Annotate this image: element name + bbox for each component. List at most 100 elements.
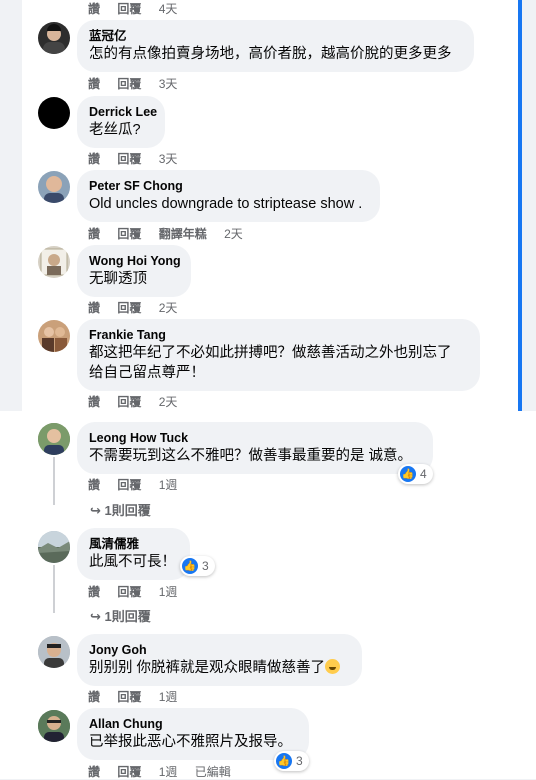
scrollbar-edge — [518, 0, 522, 411]
like-link[interactable]: 讚 — [88, 301, 100, 315]
comment-text: Old uncles downgrade to striptease show … — [89, 196, 363, 212]
comment-actions: 讚 回覆 2天 — [88, 393, 191, 410]
comment-time[interactable]: 2天 — [159, 395, 178, 409]
avatar[interactable] — [38, 636, 70, 668]
avatar[interactable] — [38, 97, 70, 129]
reply-link[interactable]: 回覆 — [117, 152, 141, 166]
avatar[interactable] — [38, 22, 70, 54]
comment-bubble: Leong How Tuck 不需要玩到这么不雅吧？做善事最重要的是 诚意。 — [77, 422, 433, 474]
avatar-image — [42, 327, 67, 352]
comment-author[interactable]: Allan Chung — [89, 716, 297, 732]
comment-text: 此風不可長！ — [89, 554, 176, 570]
comment-author[interactable]: 風清儒雅 — [89, 536, 178, 552]
comment-text-line: 给自己留点尊严！ — [89, 365, 205, 381]
reaction-count[interactable]: 👍 3 — [274, 751, 309, 771]
comment-text-content: 别别别 你脱裤就是观众眼睛做慈善了 — [89, 660, 326, 676]
avatar-image — [38, 423, 70, 455]
reply-link[interactable]: 回覆 — [117, 585, 141, 599]
comment-author[interactable]: Frankie Tang — [89, 327, 468, 343]
comment-bubble: Allan Chung 已举报此恶心不雅照片及报导。 — [77, 708, 309, 760]
comment-time[interactable]: 4天 — [159, 2, 178, 16]
avatar-image — [38, 636, 70, 668]
comment-bubble: 風清儒雅 此風不可長！ — [77, 528, 190, 580]
comment-text: 无聊透顶 — [89, 271, 147, 287]
like-link[interactable]: 讚 — [88, 152, 100, 166]
reaction-count[interactable]: 👍 4 — [398, 464, 433, 484]
comment-bubble: Frankie Tang 都这把年纪了不必如此拼搏吧？做慈善活动之外也别忘了 给… — [77, 319, 480, 391]
like-link[interactable]: 讚 — [88, 765, 100, 779]
avatar-image — [38, 710, 70, 742]
comment-time[interactable]: 3天 — [159, 77, 178, 91]
thread-line — [53, 565, 55, 613]
comment-time[interactable]: 1週 — [159, 585, 178, 599]
comment-time[interactable]: 1週 — [159, 478, 178, 492]
edited-label[interactable]: 已編輯 — [195, 765, 231, 779]
reply-link[interactable]: 回覆 — [117, 478, 141, 492]
avatar-image — [44, 176, 64, 203]
view-replies-link[interactable]: ↪ 1則回覆 — [90, 606, 151, 625]
replies-count: 1則回覆 — [104, 503, 151, 518]
comment-text-line: 都这把年纪了不必如此拼搏吧？做慈善活动之外也别忘了 — [89, 345, 452, 361]
comment-time[interactable]: 1週 — [159, 765, 178, 779]
thread-line — [53, 457, 55, 505]
comment-bubble: 蓝冠亿 怎的有点像拍賣身场地，高价者脫，越高价脫的更多更多 — [77, 20, 474, 72]
comment-author[interactable]: Jony Goh — [89, 642, 350, 658]
comment-time[interactable]: 2天 — [159, 301, 178, 315]
comment-text: 已举报此恶心不雅照片及报导。 — [89, 734, 292, 750]
avatar[interactable] — [38, 171, 70, 203]
comment-actions: 讚 回覆 3天 — [88, 75, 191, 92]
avatar[interactable] — [38, 320, 70, 352]
comment-author[interactable]: Wong Hoi Yong — [89, 253, 181, 269]
reply-link[interactable]: 回覆 — [117, 2, 141, 16]
reply-link[interactable]: 回覆 — [117, 765, 141, 779]
like-link[interactable]: 讚 — [88, 77, 100, 91]
comment-author[interactable]: Peter SF Chong — [89, 178, 368, 194]
comment-actions: 讚 回覆 1週 — [88, 688, 191, 705]
avatar-image — [38, 531, 70, 563]
comment-bubble: Jony Goh 别别别 你脱裤就是观众眼睛做慈善了 — [77, 634, 362, 686]
comment-author[interactable]: Leong How Tuck — [89, 430, 421, 446]
comment-text: 别别别 你脱裤就是观众眼睛做慈善了 — [89, 658, 350, 678]
avatar[interactable] — [38, 710, 70, 742]
comment-time[interactable]: 3天 — [159, 152, 178, 166]
reaction-count[interactable]: 👍 3 — [180, 556, 215, 576]
reply-arrow-icon: ↪ — [90, 609, 101, 624]
thumbs-up-icon: 👍 — [400, 466, 416, 482]
comment-bubble: Derrick Lee 老丝瓜? — [77, 96, 165, 148]
thumbs-up-icon: 👍 — [182, 558, 198, 574]
like-link[interactable]: 讚 — [88, 690, 100, 704]
reply-link[interactable]: 回覆 — [117, 227, 141, 241]
comment-actions: 讚 回覆 2天 — [88, 299, 191, 316]
like-link[interactable]: 讚 — [88, 2, 100, 16]
like-link[interactable]: 讚 — [88, 395, 100, 409]
reaction-number: 3 — [296, 754, 303, 768]
comment-actions: 讚 回覆 1週 已編輯 — [88, 763, 245, 780]
comment-actions: 讚 回覆 1週 — [88, 583, 191, 600]
avatar[interactable] — [38, 246, 70, 278]
like-link[interactable]: 讚 — [88, 585, 100, 599]
comment-time[interactable]: 2天 — [224, 227, 243, 241]
thumbs-up-icon: 👍 — [276, 753, 292, 769]
comment-author[interactable]: Derrick Lee — [89, 104, 157, 120]
view-replies-link[interactable]: ↪ 1則回覆 — [90, 500, 151, 519]
avatar-image — [40, 248, 68, 276]
comment-author[interactable]: 蓝冠亿 — [89, 28, 462, 44]
reply-link[interactable]: 回覆 — [117, 690, 141, 704]
comment-bubble: Wong Hoi Yong 无聊透顶 — [77, 245, 191, 297]
comment-actions: 讚 回覆 3天 — [88, 150, 191, 167]
comment-actions: 讚 回覆 4天 — [88, 0, 191, 17]
like-link[interactable]: 讚 — [88, 227, 100, 241]
reply-link[interactable]: 回覆 — [117, 77, 141, 91]
translate-link[interactable]: 翻譯年糕 — [159, 227, 207, 241]
avatar[interactable] — [38, 423, 70, 455]
reply-link[interactable]: 回覆 — [117, 395, 141, 409]
like-link[interactable]: 讚 — [88, 478, 100, 492]
comment-bubble: Peter SF Chong Old uncles downgrade to s… — [77, 170, 380, 222]
comment-text: 怎的有点像拍賣身场地，高价者脫，越高价脫的更多更多 — [89, 46, 452, 62]
avatar[interactable] — [38, 531, 70, 563]
comment-actions: 讚 回覆 1週 — [88, 476, 191, 493]
comment-time[interactable]: 1週 — [159, 690, 178, 704]
reply-arrow-icon: ↪ — [90, 503, 101, 518]
reply-link[interactable]: 回覆 — [117, 301, 141, 315]
comment-actions: 讚 回覆 翻譯年糕 2天 — [88, 225, 257, 242]
